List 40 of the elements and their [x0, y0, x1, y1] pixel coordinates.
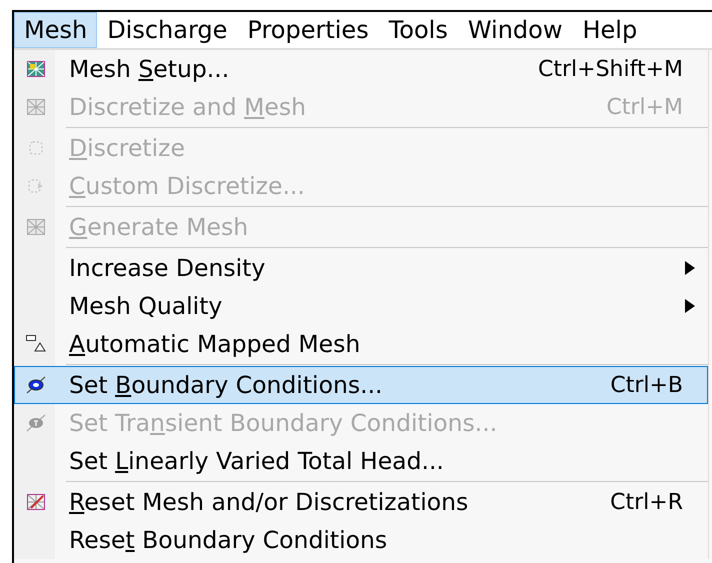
menu-item-label: Set Linearly Varied Total Head... [69, 447, 444, 475]
boundary-icon [26, 376, 46, 394]
dotted-square-icon [28, 140, 44, 156]
menu-item-label: Discretize [69, 134, 185, 162]
menu-item[interactable]: Mesh Setup... Ctrl+Shift+M [14, 50, 708, 88]
shortcut: Ctrl+B [610, 372, 683, 398]
menu-title[interactable]: Discharge [97, 12, 238, 48]
menu-title[interactable]: Help [572, 12, 648, 48]
menu-item-label: Reset Mesh and/or Discretizations [69, 488, 468, 516]
menu-item[interactable]: Set Boundary Conditions... Ctrl+B [14, 366, 708, 404]
menu-item-label: Increase Density [69, 254, 266, 282]
menu-item-label: Custom Discretize... [69, 172, 305, 200]
shapes-icon [26, 335, 46, 353]
shortcut: Ctrl+Shift+M [538, 56, 683, 82]
menu-item[interactable]: Reset Boundary Conditions [14, 521, 708, 559]
menu-item-label: Discretize and Mesh [69, 93, 306, 121]
menu-title[interactable]: Properties [237, 12, 379, 48]
dotted-square-icon [28, 178, 44, 194]
menu-item[interactable]: Automatic Mapped Mesh [14, 325, 708, 363]
menu-title[interactable]: Tools [378, 12, 458, 48]
menu-item-label: Automatic Mapped Mesh [69, 330, 360, 358]
menu-item-label: Set Transient Boundary Conditions... [69, 409, 498, 437]
menu-item[interactable]: Mesh Quality [14, 287, 708, 325]
mesh-icon [26, 494, 44, 510]
boundary-icon [26, 414, 46, 432]
shortcut: Ctrl+M [606, 94, 683, 120]
menu-item-label: Reset Boundary Conditions [69, 526, 388, 554]
mesh-icon [26, 99, 44, 115]
menu-item-label: Mesh Quality [69, 292, 222, 320]
menu-title[interactable]: Mesh [14, 12, 98, 48]
menu-item-label: Generate Mesh [69, 213, 248, 241]
mesh-icon [26, 61, 44, 77]
menu-item[interactable]: Reset Mesh and/or Discretizations Ctrl+R [14, 483, 708, 521]
menu-item[interactable]: Increase Density [14, 249, 708, 287]
mesh-icon [26, 219, 44, 235]
shortcut: Ctrl+R [610, 490, 683, 514]
menu-item-label: Mesh Setup... [69, 55, 230, 83]
menu-title[interactable]: Window [458, 12, 572, 48]
menu-item[interactable]: Set Linearly Varied Total Head... [14, 442, 708, 480]
menu-item-label: Set Boundary Conditions... [69, 371, 383, 399]
